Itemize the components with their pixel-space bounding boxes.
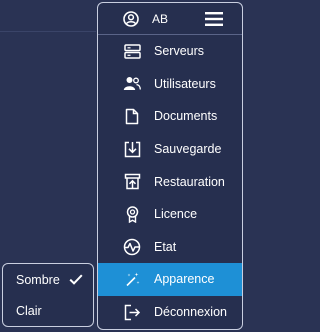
menu-item-label: Utilisateurs [154, 76, 216, 91]
theme-option-label: Sombre [16, 272, 60, 287]
menu-item-label: Etat [154, 239, 177, 254]
menu-item-label: Apparence [154, 272, 215, 287]
menu-item-label: Restauration [154, 174, 225, 189]
license-badge-icon [123, 205, 141, 223]
menu-item-licence[interactable]: Licence [98, 198, 242, 231]
menu-item-utilisateurs[interactable]: Utilisateurs [98, 68, 242, 101]
menu-item-restauration[interactable]: Restauration [98, 165, 242, 198]
header-divider [0, 31, 96, 32]
server-icon [123, 42, 141, 60]
theme-option-sombre[interactable]: Sombre [3, 264, 93, 295]
menu-item-label: Licence [154, 207, 198, 222]
menu-item-sauvegarde[interactable]: Sauvegarde [98, 133, 242, 166]
users-icon [123, 75, 141, 93]
user-circle-icon[interactable] [123, 10, 139, 27]
menu-item-serveurs[interactable]: Serveurs [98, 35, 242, 68]
restore-upload-icon [123, 173, 141, 191]
menu-item-deconnexion[interactable]: Déconnexion [98, 296, 242, 329]
menu-item-label: Documents [154, 109, 218, 124]
hamburger-icon[interactable] [205, 11, 223, 26]
theme-option-clair[interactable]: Clair [3, 295, 93, 326]
user-initials: AB [152, 11, 169, 26]
document-icon [123, 107, 141, 125]
appearance-submenu: Sombre Clair [2, 263, 94, 327]
theme-option-label: Clair [16, 303, 42, 318]
user-dropdown-menu: AB Serveurs Utilisateurs Documents Sauve… [97, 2, 243, 330]
menu-item-label: Déconnexion [154, 305, 227, 320]
menu-item-label: Sauvegarde [154, 142, 222, 157]
menu-item-documents[interactable]: Documents [98, 100, 242, 133]
menu-item-etat[interactable]: Etat [98, 231, 242, 264]
logout-icon [123, 303, 141, 321]
app-background: AB Serveurs Utilisateurs Documents Sauve… [0, 0, 246, 332]
menu-item-label: Serveurs [154, 44, 205, 59]
magic-wand-icon [123, 270, 141, 288]
heartbeat-icon [123, 238, 141, 256]
checkmark-icon [69, 274, 83, 286]
backup-download-icon [123, 140, 141, 158]
menu-header: AB [98, 3, 242, 35]
menu-item-apparence[interactable]: Apparence [98, 263, 242, 296]
